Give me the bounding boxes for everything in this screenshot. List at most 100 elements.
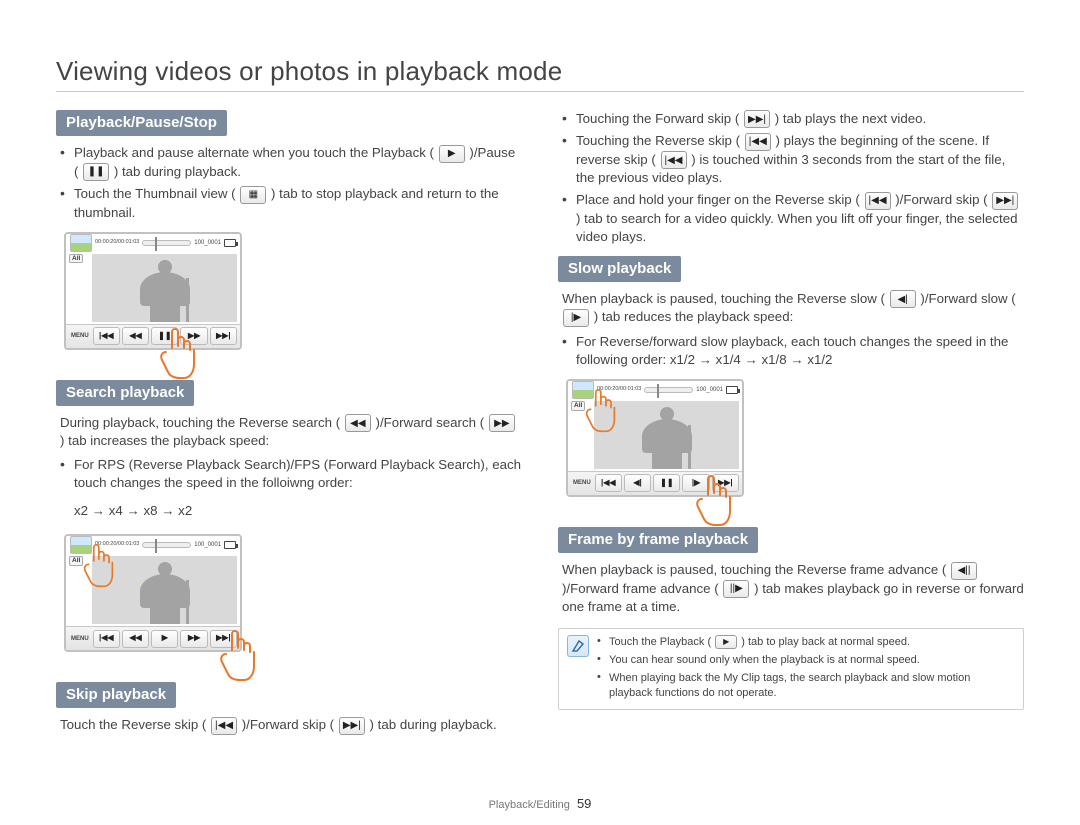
- camera-topbar: 00:00:20/00:01:03 100_0001: [66, 234, 240, 252]
- transport-bar: MENU |◀◀ ◀◀ ❚❚ ▶▶ ▶▶|: [66, 324, 240, 348]
- forward-skip-icon: ▶▶|: [339, 717, 365, 735]
- battery-icon: [224, 239, 236, 247]
- reverse-search-icon: ◀◀: [122, 630, 149, 648]
- play-icon: ▶: [439, 145, 465, 163]
- play-button-icon: ▶: [151, 630, 178, 648]
- speed-sequence: x2 → x4 → x8 → x2: [56, 502, 522, 520]
- reverse-skip-icon: |◀◀: [865, 192, 891, 210]
- skip-playback-continuation: Touching the Forward skip ( ▶▶| ) tab pl…: [558, 110, 1024, 246]
- play-icon: ▶: [715, 635, 737, 649]
- forward-skip-icon: ▶▶|: [992, 192, 1018, 210]
- bullet: For Reverse/forward slow playback, each …: [562, 333, 1024, 369]
- scene-area: [92, 254, 237, 322]
- intro-text: When playback is paused, touching the Re…: [558, 561, 1024, 616]
- reverse-skip-icon: |◀◀: [93, 327, 120, 345]
- note-item: Touch the Playback ( ▶ ) tab to play bac…: [597, 635, 1015, 650]
- text: ) tab reduces the playback speed:: [594, 309, 794, 324]
- section-heading: Slow playback: [558, 256, 681, 282]
- reverse-skip-icon: |◀◀: [211, 717, 237, 735]
- pause-icon: ❚❚: [83, 163, 109, 181]
- text: ) tab increases the playback speed:: [60, 433, 269, 448]
- manual-page: Viewing videos or photos in playback mod…: [56, 56, 1024, 747]
- section-heading: Skip playback: [56, 682, 176, 708]
- menu-label: MENU: [571, 474, 593, 492]
- clip-name: 100_0001: [696, 386, 723, 394]
- touch-hand-icon: [580, 389, 620, 433]
- text: )/Forward skip (: [242, 717, 334, 732]
- text: For Reverse/forward slow playback, each …: [576, 334, 1008, 367]
- text: )/Forward frame advance (: [562, 581, 719, 596]
- thumbnail-view-icon: ▦: [240, 186, 266, 204]
- bullet-list: For RPS (Reverse Playback Search)/FPS (F…: [56, 456, 522, 492]
- text: Touching the Forward skip (: [576, 111, 739, 126]
- text: When playback is paused, touching the Re…: [562, 291, 885, 306]
- golfer-silhouette-icon: [130, 560, 200, 624]
- intro-text: During playback, touching the Reverse se…: [56, 414, 522, 450]
- text: ) tab during playback.: [114, 164, 241, 179]
- pause-button-icon: ❚❚: [653, 474, 680, 492]
- section-heading: Frame by frame playback: [558, 527, 758, 553]
- bullet: For RPS (Reverse Playback Search)/FPS (F…: [60, 456, 522, 492]
- touch-hand-icon: [214, 630, 260, 682]
- forward-frame-icon: ||▶: [723, 580, 749, 598]
- two-column-layout: Playback/Pause/Stop Playback and pause a…: [56, 110, 1024, 747]
- reverse-skip-icon: |◀◀: [93, 630, 120, 648]
- progress-handle: [155, 237, 157, 251]
- note-icon: [567, 635, 589, 657]
- reverse-slow-icon: ◀|: [890, 290, 916, 308]
- camera-figure-search: 00:00:20/00:01:03 100_0001 All: [64, 534, 254, 664]
- elapsed-time: 00:00:20/00:01:03: [95, 239, 139, 246]
- golfer-silhouette-icon: [632, 405, 702, 469]
- bullet: Touch the Thumbnail view ( ▦ ) tab to st…: [60, 185, 522, 221]
- section-heading: Playback/Pause/Stop: [56, 110, 227, 136]
- skip-playback-section: Skip playback Touch the Reverse skip ( |…: [56, 682, 522, 735]
- note-list: Touch the Playback ( ▶ ) tab to play bac…: [597, 635, 1015, 703]
- touch-hand-icon: [78, 544, 118, 588]
- camera-sidebar: All: [69, 254, 83, 264]
- text: ) tab during playback.: [370, 717, 497, 732]
- text: )/Forward search (: [376, 415, 485, 430]
- text: ) tab plays the next video.: [775, 111, 927, 126]
- forward-search-icon: ▶▶: [180, 630, 207, 648]
- bullet-list: Playback and pause alternate when you to…: [56, 144, 522, 221]
- touch-hand-icon: [690, 475, 736, 527]
- forward-search-icon: ▶▶: [489, 414, 515, 432]
- page-number: 59: [577, 796, 591, 811]
- reverse-skip-icon: |◀◀: [745, 133, 771, 151]
- note-item: When playing back the My Clip tags, the …: [597, 671, 1015, 701]
- frame-by-frame-section: Frame by frame playback When playback is…: [558, 527, 1024, 616]
- bullet: Touching the Forward skip ( ▶▶| ) tab pl…: [562, 110, 1024, 128]
- forward-skip-icon: ▶▶|: [744, 110, 770, 128]
- bullet: Playback and pause alternate when you to…: [60, 144, 522, 181]
- camera-screen: 00:00:20/00:01:03 100_0001 All: [64, 232, 242, 350]
- bullet: Touching the Reverse skip ( |◀◀ ) plays …: [562, 132, 1024, 187]
- intro-text: When playback is paused, touching the Re…: [558, 290, 1024, 327]
- progress-handle: [657, 384, 659, 398]
- text: ) tab to search for a video quickly. Whe…: [576, 211, 1018, 244]
- text: )/Forward slow (: [920, 291, 1015, 306]
- camera-figure-pause: 00:00:20/00:01:03 100_0001 All: [64, 232, 254, 362]
- progress-handle: [155, 539, 157, 553]
- reverse-skip-icon: |◀◀: [595, 474, 622, 492]
- forward-slow-icon: |▶: [563, 309, 589, 327]
- intro-text: Touch the Reverse skip ( |◀◀ )/Forward s…: [56, 716, 522, 734]
- reverse-frame-icon: ◀||: [951, 562, 977, 580]
- bullet: Place and hold your finger on the Revers…: [562, 191, 1024, 245]
- text: Playback and pause alternate when you to…: [74, 145, 434, 160]
- text: Touching the Reverse skip (: [576, 133, 740, 148]
- text: For RPS (Reverse Playback Search)/FPS (F…: [74, 457, 521, 490]
- camera-figure-slow: 00:00:20/00:01:03 100_0001 All: [566, 379, 756, 509]
- title-rule: [56, 91, 1024, 92]
- playback-pause-stop-section: Playback/Pause/Stop Playback and pause a…: [56, 110, 522, 362]
- progress-bar: [142, 240, 191, 246]
- battery-icon: [224, 541, 236, 549]
- clip-name: 100_0001: [194, 239, 221, 247]
- touch-hand-icon: [154, 328, 200, 380]
- menu-label: MENU: [69, 327, 91, 345]
- battery-icon: [726, 386, 738, 394]
- right-column: Touching the Forward skip ( ▶▶| ) tab pl…: [558, 110, 1024, 747]
- slow-playback-section: Slow playback When playback is paused, t…: [558, 256, 1024, 509]
- thumbnail-chip-icon: [70, 234, 92, 252]
- note-item: You can hear sound only when the playbac…: [597, 653, 1015, 668]
- footer-section: Playback/Editing: [489, 799, 570, 811]
